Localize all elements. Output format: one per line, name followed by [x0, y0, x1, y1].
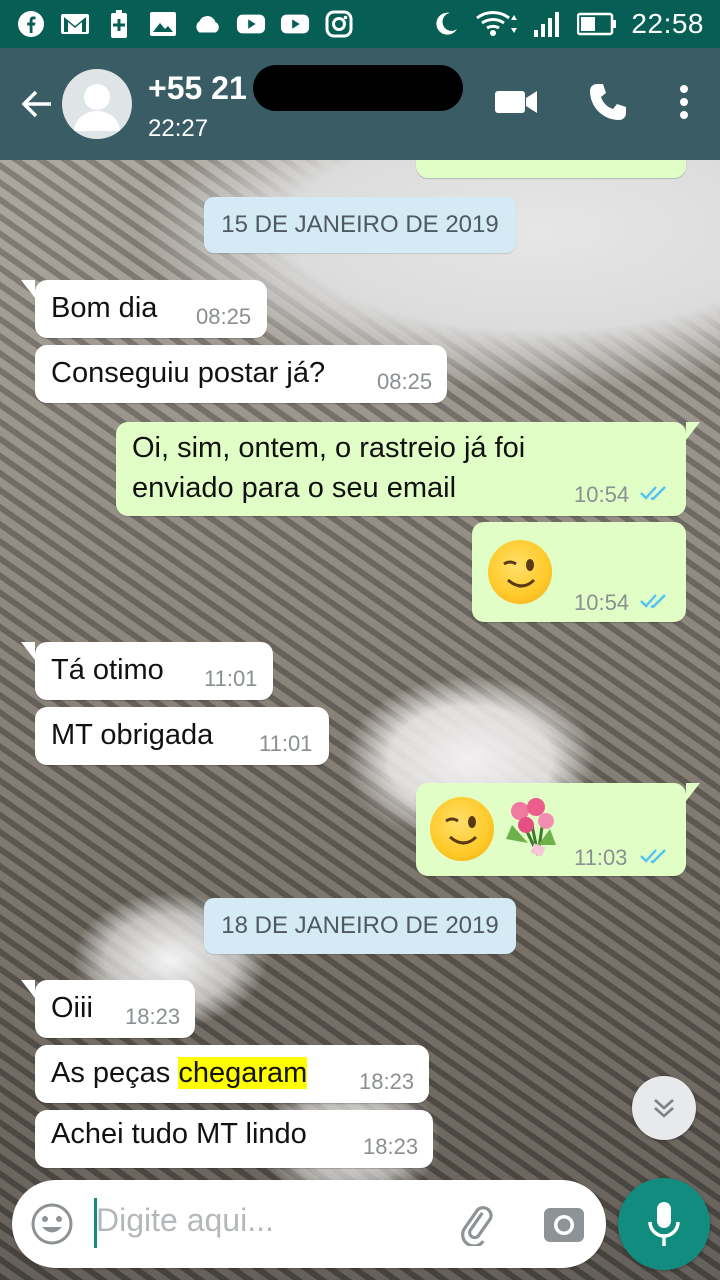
message-time: 18:23	[363, 1134, 419, 1159]
camera-icon	[544, 1208, 584, 1242]
video-camera-icon	[495, 90, 537, 113]
bouquet-emoji	[506, 798, 556, 857]
facebook-icon	[16, 9, 46, 39]
redaction-bar	[252, 65, 463, 111]
microphone-icon	[648, 1202, 680, 1246]
arrow-left-icon	[21, 90, 51, 118]
notification-icons	[16, 9, 354, 39]
incoming-message[interactable]: As peças chegaram 18:23	[35, 1045, 429, 1103]
message-time: 11:01	[204, 666, 258, 691]
voice-call-button[interactable]	[588, 82, 628, 127]
message-composer[interactable]: Digite aqui...	[12, 1180, 606, 1268]
message-bubble-partial	[416, 160, 686, 178]
video-call-button[interactable]	[494, 88, 538, 121]
message-time: 11:03	[574, 845, 628, 870]
message-time: 10:54	[574, 482, 630, 507]
wifi-icon	[475, 9, 519, 39]
youtube-icon	[236, 9, 266, 39]
status-bar: 22:58	[0, 0, 720, 48]
incoming-message[interactable]: Bom dia 08:25	[21, 280, 267, 338]
date-chip: 18 DE JANEIRO DE 2019	[204, 898, 516, 954]
message-text: Conseguiu postar já?	[51, 357, 326, 389]
message-time: 18:23	[125, 1004, 181, 1029]
default-avatar-icon	[74, 84, 120, 131]
message-text: Bom dia	[51, 292, 158, 324]
smiley-icon	[31, 1203, 73, 1245]
cloud-icon	[192, 9, 222, 39]
system-status: 22:58	[431, 8, 704, 40]
message-text-line: Oi, sim, ontem, o rastreio já foi	[132, 432, 526, 464]
date-chip: 15 DE JANEIRO DE 2019	[204, 197, 516, 253]
incoming-message[interactable]: Conseguiu postar já? 08:25	[35, 345, 447, 403]
chat-area[interactable]: 15 DE JANEIRO DE 2019 Bom dia 08:25 Cons…	[0, 160, 720, 1280]
winking-face-emoji	[488, 540, 552, 604]
status-time: 22:58	[631, 8, 704, 39]
scroll-to-bottom-button[interactable]	[632, 1076, 696, 1140]
outgoing-emoji-message[interactable]: 11:03	[416, 783, 700, 876]
incoming-message[interactable]: MT obrigada 11:01	[35, 707, 329, 765]
message-time: 08:25	[196, 304, 252, 329]
chat-header: +55 21 22:27	[0, 48, 720, 160]
message-time: 11:01	[259, 731, 313, 756]
phone-icon	[590, 83, 626, 120]
outgoing-message[interactable]: Oi, sim, ontem, o rastreio já foi enviad…	[116, 422, 700, 516]
message-time: 18:23	[359, 1069, 415, 1094]
back-button[interactable]	[12, 74, 62, 134]
read-receipt-icon	[640, 486, 666, 501]
attach-button[interactable]	[454, 1200, 500, 1251]
winking-face-emoji	[430, 797, 494, 861]
incoming-message[interactable]: Achei tudo MT lindo 18:23	[35, 1110, 433, 1168]
moon-icon	[431, 9, 461, 39]
incoming-message[interactable]: Tá otimo 11:01	[21, 642, 273, 700]
battery-icon	[577, 9, 617, 39]
incoming-message[interactable]: Oiii 18:23	[21, 980, 195, 1038]
message-text: MT obrigada	[51, 719, 214, 751]
message-text: Achei tudo MT lindo	[51, 1118, 307, 1150]
contact-info[interactable]: +55 21 22:27	[148, 65, 463, 143]
more-vertical-icon	[680, 84, 688, 119]
message-input[interactable]: Digite aqui...	[96, 1202, 274, 1239]
gallery-icon	[148, 9, 178, 39]
double-chevron-down-icon	[654, 1099, 674, 1118]
avatar[interactable]	[62, 69, 132, 139]
message-text: Tá otimo	[51, 654, 164, 686]
signal-icon	[533, 9, 563, 39]
contact-last-seen: 22:27	[148, 115, 209, 142]
battery-plus-icon	[104, 9, 134, 39]
read-receipt-icon	[640, 849, 666, 864]
youtube-icon	[280, 9, 310, 39]
read-receipt-icon	[640, 594, 666, 609]
camera-button[interactable]	[542, 1202, 586, 1251]
voice-record-button[interactable]	[618, 1178, 710, 1270]
paperclip-icon	[461, 1206, 493, 1248]
gmail-icon	[60, 9, 90, 39]
emoji-button[interactable]	[30, 1202, 74, 1251]
contact-name: +55 21	[148, 69, 247, 106]
highlighted-word: chegaram	[178, 1057, 308, 1089]
instagram-icon	[324, 9, 354, 39]
message-text: Oiii	[51, 992, 93, 1024]
message-text-line: enviado para o seu email	[132, 472, 457, 504]
message-time: 10:54	[574, 590, 630, 615]
message-time: 08:25	[377, 369, 433, 394]
more-options-button[interactable]	[678, 84, 690, 125]
message-text: As peças chegaram	[51, 1057, 308, 1089]
outgoing-emoji-message[interactable]: 10:54	[472, 522, 686, 622]
